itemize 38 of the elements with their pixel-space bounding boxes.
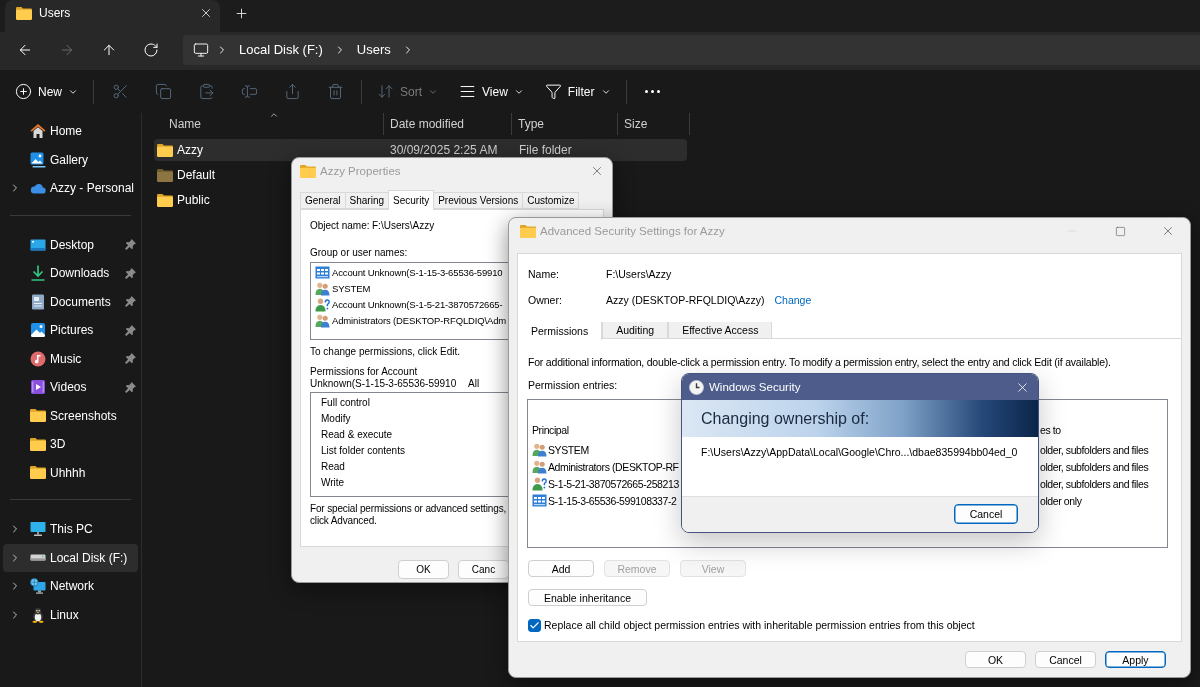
- permission-name: List folder contents: [321, 444, 405, 458]
- field-value: Azzy (DESKTOP-RFQLDIQ\Azzy): [606, 293, 765, 307]
- principal-name: S-1-5-21-3870572665-258213: [548, 477, 679, 490]
- section-label: Permission entries:: [528, 378, 618, 392]
- principal-name: SYSTEM: [548, 443, 589, 456]
- principal-name: S-1-15-3-65536-599108337-2: [548, 494, 677, 507]
- checkbox-label: Replace all child object permission entries with inheritable permission entries from this object: [544, 619, 975, 631]
- permission-name: Read: [321, 460, 345, 474]
- table-cell: older, subfolders and files: [1040, 460, 1149, 473]
- field-value: F:\Users\Azzy: [606, 267, 672, 281]
- date-modified: 30/09/2025 2:25 AM: [390, 143, 498, 157]
- table-cell: older, subfolders and files: [1040, 443, 1149, 456]
- file-type: File folder: [519, 143, 572, 157]
- dialog-heading: Changing ownership of:: [701, 409, 870, 428]
- file-name: Default: [177, 168, 216, 182]
- window-title: Azzy Properties: [320, 165, 401, 177]
- file-path: F:\Users\Azzy\AppData\Local\Google\Chro...\dbae835994bb04ed_0: [701, 446, 1018, 458]
- permission-name: Full control: [321, 396, 370, 410]
- file-name: Public: [177, 193, 210, 207]
- column-header: All: [468, 378, 480, 390]
- window-title: Advanced Security Settings for Azzy: [540, 225, 725, 237]
- permission-name: Write: [321, 476, 345, 490]
- permissions-heading: Permissions for Account Unknown(S-1-15-3-65536-59910: [310, 366, 458, 390]
- permission-name: Read & execute: [321, 428, 393, 442]
- info-text: For additional information, double-click a permission entry. To modify a permission entry, select the entry and click Edit (if available).: [528, 355, 1111, 369]
- field-label: Owner:: [528, 293, 563, 307]
- field-label: Object name:: [310, 219, 371, 233]
- principal-name: Administrators (DESKTOP-RF: [548, 460, 679, 473]
- table-cell: older only: [1040, 494, 1082, 507]
- field-label: Name:: [528, 267, 560, 281]
- hint-text: To change permissions, click Edit.: [310, 345, 461, 359]
- hint-text: For special permissions or advanced settings, click Advanced.: [310, 503, 508, 527]
- window-title: Windows Security: [709, 381, 801, 393]
- section-label: Group or user names:: [310, 246, 408, 260]
- table-cell: older, subfolders and files: [1040, 477, 1149, 490]
- file-name: Azzy: [177, 143, 203, 157]
- permission-name: Modify: [321, 412, 351, 426]
- field-value: F:\Users\Azzy: [372, 219, 435, 233]
